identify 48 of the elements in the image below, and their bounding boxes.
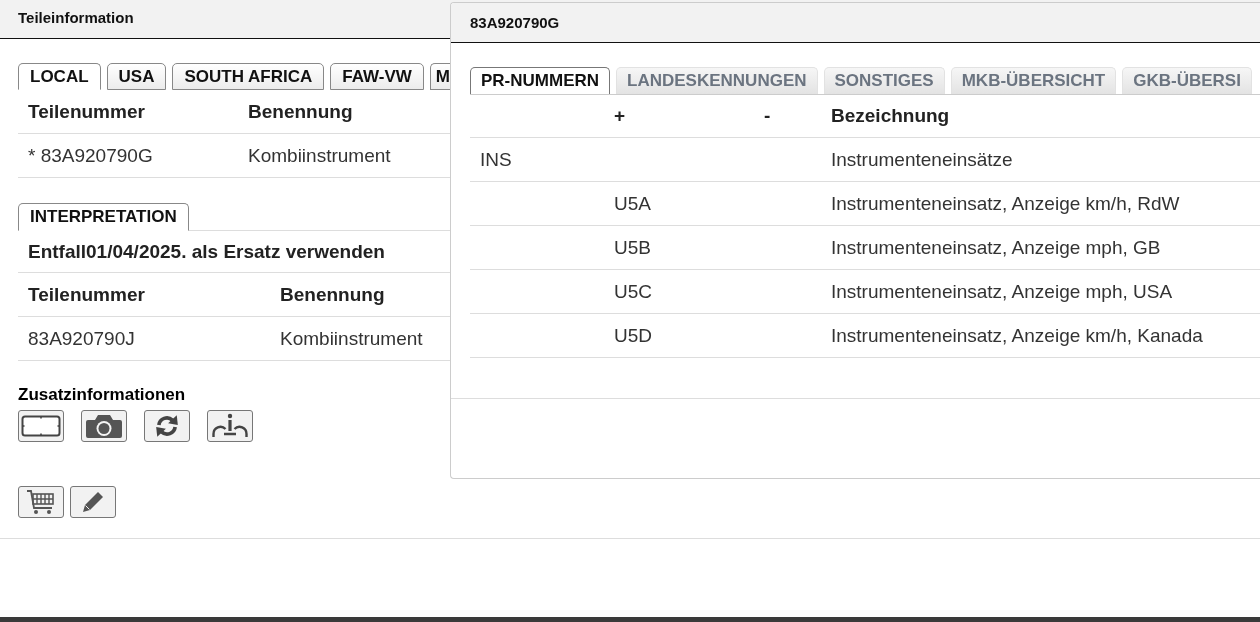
tab[interactable]: LOCAL: [18, 63, 101, 90]
tab[interactable]: USA: [106, 63, 167, 90]
table-cell: Instrumenteneinsatz, Anzeige km/h, Kanada: [831, 324, 1203, 347]
column-header: Benennung: [248, 100, 353, 123]
table-cell: 83A920790J: [28, 327, 135, 350]
column-header: +: [614, 105, 626, 127]
column-header: Bezeichnung: [831, 105, 950, 127]
column-header: -: [764, 105, 771, 127]
tab[interactable]: FAW-VW: [330, 63, 424, 90]
cart-icon: [26, 489, 56, 515]
table-cell: Instrumenteneinsatz, Anzeige mph, USA: [831, 280, 1173, 303]
edit-button[interactable]: [70, 486, 116, 518]
refresh-button[interactable]: [144, 410, 190, 442]
tab[interactable]: M: [429, 63, 450, 90]
interpretation-note: Entfall01/04/2025. als Ersatz verwenden: [28, 240, 385, 263]
cart-button[interactable]: [18, 486, 64, 518]
page-title: Teileinformation: [18, 8, 134, 26]
table-cell: Kombiinstrument: [280, 327, 423, 350]
table-cell: U5C: [614, 280, 652, 303]
table-cell: U5B: [614, 236, 651, 259]
camera-button[interactable]: [81, 410, 127, 442]
refresh-icon: [154, 413, 180, 439]
section-title: Zusatzinformationen: [18, 385, 186, 405]
tab[interactable]: PR-NUMMERN: [470, 67, 611, 94]
column-header: Teilenummer: [28, 283, 145, 306]
table-cell: * 83A920790G: [28, 144, 153, 167]
tab[interactable]: SOUTH AFRICA: [172, 63, 325, 90]
pencil-icon: [81, 490, 105, 514]
camera-icon: [85, 413, 123, 439]
frame-icon: [21, 415, 61, 437]
table-cell: Kombiinstrument: [248, 144, 391, 167]
table-cell: U5A: [614, 192, 651, 215]
info-button[interactable]: [207, 410, 253, 442]
tab[interactable]: LANDESKENNUNGEN: [616, 67, 818, 94]
info-arch-icon: [211, 413, 249, 439]
tab[interactable]: GKB-ÜBERSI: [1122, 67, 1252, 94]
table-cell: INS: [480, 148, 512, 171]
column-header: Benennung: [280, 283, 385, 306]
tab[interactable]: MKB-ÜBERSICHT: [950, 67, 1117, 94]
tab[interactable]: SONSTIGES: [823, 67, 945, 94]
table-cell: Instrumenteneinsatz, Anzeige km/h, RdW: [831, 192, 1180, 215]
column-header: Teilenummer: [28, 100, 145, 123]
table-cell: Instrumenteneinsatz, Anzeige mph, GB: [831, 236, 1161, 259]
tab[interactable]: INTERPRETATION: [18, 203, 189, 231]
dialog-title: 83A920790G: [470, 14, 560, 31]
frame-button[interactable]: [18, 410, 64, 442]
table-cell: Instrumenteneinsätze: [831, 148, 1013, 171]
table-cell: U5D: [614, 324, 652, 347]
